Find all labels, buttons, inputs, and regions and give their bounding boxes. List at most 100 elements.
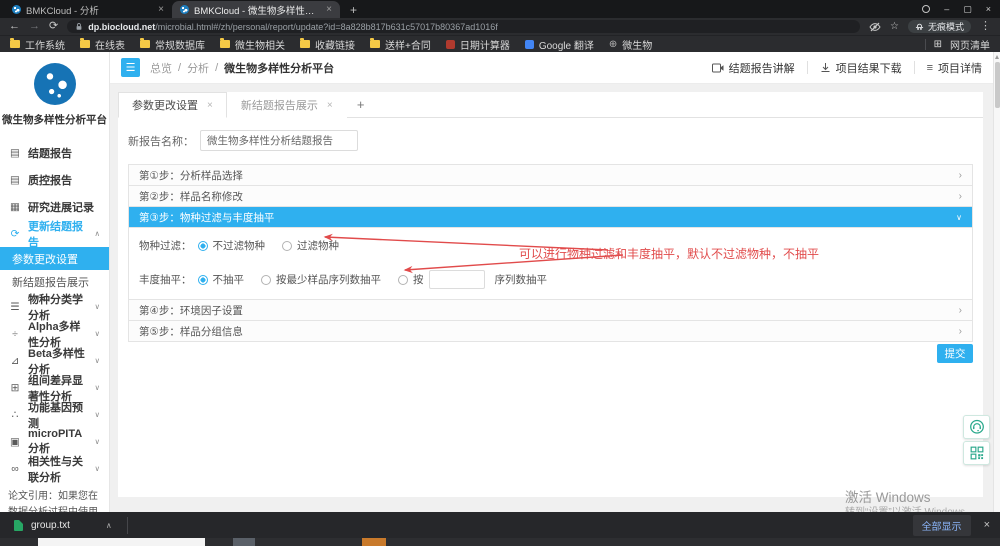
windows-taskbar [0, 538, 1000, 546]
sidebar-item-micropita[interactable]: ▣ microPITA分析 ∨ [0, 428, 109, 455]
sidebar-item-qc-report[interactable]: ▤ 质控报告 [0, 166, 109, 193]
bookmark-label: 送样+合同 [385, 37, 431, 52]
sidebar-item-alpha[interactable]: ÷ Alpha多样性分析 ∨ [0, 320, 109, 347]
sequence-count-input[interactable] [429, 270, 485, 289]
project-detail-button[interactable]: ≡ 项目详情 [927, 60, 982, 76]
tab-close-icon[interactable]: × [158, 4, 164, 15]
folder-icon [10, 40, 20, 48]
close-icon[interactable]: × [207, 100, 213, 111]
bookmark-folder[interactable]: 常规数据库 [140, 37, 205, 52]
bookmarks-right[interactable]: ⊞ 网页清单 [925, 37, 990, 52]
customer-service-button[interactable] [963, 415, 990, 439]
option-label: 不过滤物种 [213, 238, 266, 253]
taskbar-app-icon[interactable] [233, 538, 255, 546]
citation-note: 论文引用：如果您在数据分析过程中使用了百迈客云平台或者获得了其他有效帮助，我们期… [0, 482, 109, 512]
new-tab-button[interactable]: + [340, 1, 367, 18]
bookmark-date-calculator[interactable]: 日期计算器 [446, 37, 510, 52]
tab-close-icon[interactable]: × [326, 4, 332, 15]
sidebar-item-label: 结题报告 [28, 145, 72, 161]
maximize-button[interactable]: ▢ [963, 4, 972, 15]
abundance-label: 丰度抽平： [139, 272, 192, 287]
divider [127, 517, 128, 534]
radio-checked-icon[interactable] [198, 241, 208, 251]
tab-new-report-display[interactable]: 新结题报告展示 × [227, 92, 347, 118]
bookmark-folder[interactable]: 微生物相关 [220, 37, 285, 52]
radio-custom-flatten[interactable]: 按 序列数抽平 [398, 270, 547, 289]
sidebar-item-taxonomy[interactable]: ☰ 物种分类学分析 ∨ [0, 293, 109, 320]
sidebar-item-report[interactable]: ▤ 结题报告 [0, 139, 109, 166]
bookmark-label: 工作系统 [25, 37, 65, 52]
radio-unchecked-icon[interactable] [261, 275, 271, 285]
qr-code-button[interactable] [963, 441, 990, 465]
bookmark-google-translate[interactable]: Google 翻译 [525, 37, 594, 52]
report-name-input[interactable] [200, 130, 358, 151]
bookmark-label: 微生物 [622, 37, 652, 52]
scroll-up-arrow[interactable] [995, 55, 999, 59]
minimize-button[interactable]: – [944, 4, 949, 14]
step-4-header[interactable]: 第④步：环境因子设置 › [129, 300, 972, 321]
bookmark-folder[interactable]: 送样+合同 [370, 37, 431, 52]
show-all-button[interactable]: 全部显示 [913, 515, 971, 536]
chevron-up-icon[interactable]: ∧ [106, 521, 112, 530]
record-indicator-icon [922, 5, 930, 13]
step-1-header[interactable]: 第①步：分析样品选择 › [129, 165, 972, 186]
menu-toggle-button[interactable]: ☰ [121, 58, 140, 77]
bookmark-microbe[interactable]: ⊕ 微生物 [609, 37, 652, 52]
radio-unchecked-icon[interactable] [282, 241, 292, 251]
step-2-header[interactable]: 第②步：样品名称修改 › [129, 186, 972, 207]
breadcrumb-overview[interactable]: 总览 [150, 60, 172, 76]
option-label: 不抽平 [213, 272, 245, 287]
sidebar-subitem-parameter-settings[interactable]: 参数更改设置 [0, 247, 109, 270]
sidebar-item-progress[interactable]: ▦ 研究进展记录 [0, 193, 109, 220]
radio-filter-species[interactable]: 过滤物种 [282, 238, 339, 253]
sidebar-item-beta[interactable]: ⊿ Beta多样性分析 ∨ [0, 347, 109, 374]
bookmark-folder[interactable]: 工作系统 [10, 37, 65, 52]
bookmark-star-icon[interactable]: ☆ [890, 21, 899, 32]
taskbar-app-icon[interactable] [362, 538, 386, 546]
result-download-button[interactable]: 项目结果下载 [820, 60, 902, 76]
radio-unchecked-icon[interactable] [398, 275, 408, 285]
taskbar-search-field[interactable] [38, 538, 205, 546]
add-tab-button[interactable]: + [347, 91, 375, 117]
page-scrollbar[interactable] [993, 52, 1000, 512]
sidebar-item-gene-prediction[interactable]: ∴ 功能基因预测 ∨ [0, 401, 109, 428]
radio-no-filter[interactable]: 不过滤物种 [198, 238, 266, 253]
downloaded-file-chip[interactable]: group.txt ∧ [14, 520, 112, 531]
back-icon[interactable]: ← [9, 21, 20, 32]
eye-off-icon[interactable] [869, 21, 881, 33]
browser-tab-microbial[interactable]: BMKCloud - 微生物多样性分析 × [172, 1, 340, 18]
step-3-header[interactable]: 第③步：物种过滤与丰度抽平 ∨ [129, 207, 972, 228]
report-explain-button[interactable]: 结题报告讲解 [712, 60, 795, 76]
divider [925, 39, 926, 50]
refresh-icon[interactable]: ⟳ [49, 21, 58, 32]
address-bar[interactable]: dp.biocloud.net/microbial.html#/zh/perso… [67, 20, 860, 33]
submit-button[interactable]: 提交 [937, 344, 973, 363]
sidebar-item-correlation[interactable]: ∞ 相关性与关联分析 ∨ [0, 455, 109, 482]
sidebar-item-update-report[interactable]: ⟳ 更新结题报告 ∧ [0, 220, 109, 247]
file-icon [14, 520, 23, 531]
tab-parameter-settings[interactable]: 参数更改设置 × [118, 92, 227, 118]
browser-menu-icon[interactable]: ⋮ [980, 21, 991, 32]
breadcrumb-analysis[interactable]: 分析 [187, 60, 209, 76]
watermark-line1: 激活 Windows [845, 490, 975, 507]
sidebar-item-group-difference[interactable]: ⊞ 组间差异显著性分析 ∨ [0, 374, 109, 401]
radio-checked-icon[interactable] [198, 275, 208, 285]
url-text: dp.biocloud.net/microbial.html#/zh/perso… [88, 22, 498, 32]
bookmark-folder[interactable]: 在线表 [80, 37, 125, 52]
document-icon: ▤ [9, 174, 21, 186]
action-label: 项目结果下载 [836, 60, 902, 76]
globe-icon: ⊕ [609, 39, 617, 50]
radio-min-sample-flatten[interactable]: 按最少样品序列数抽平 [261, 272, 381, 287]
scrollbar-thumb[interactable] [995, 62, 1000, 108]
bookmark-folder[interactable]: 收藏链接 [300, 37, 355, 52]
bmkcloud-favicon [180, 5, 189, 14]
forward-icon[interactable]: → [29, 21, 40, 32]
close-download-bar-icon[interactable]: × [984, 519, 990, 531]
header-actions: 结题报告讲解 项目结果下载 ≡ 项目详情 [712, 60, 982, 76]
radio-no-flatten[interactable]: 不抽平 [198, 272, 245, 287]
browser-tab-analysis[interactable]: BMKCloud - 分析 × [4, 1, 172, 18]
close-icon[interactable]: × [327, 100, 333, 111]
step-5-header[interactable]: 第⑤步：样品分组信息 › [129, 321, 972, 342]
sidebar-item-label: 功能基因预测 [28, 399, 88, 431]
close-window-button[interactable]: × [986, 4, 991, 14]
